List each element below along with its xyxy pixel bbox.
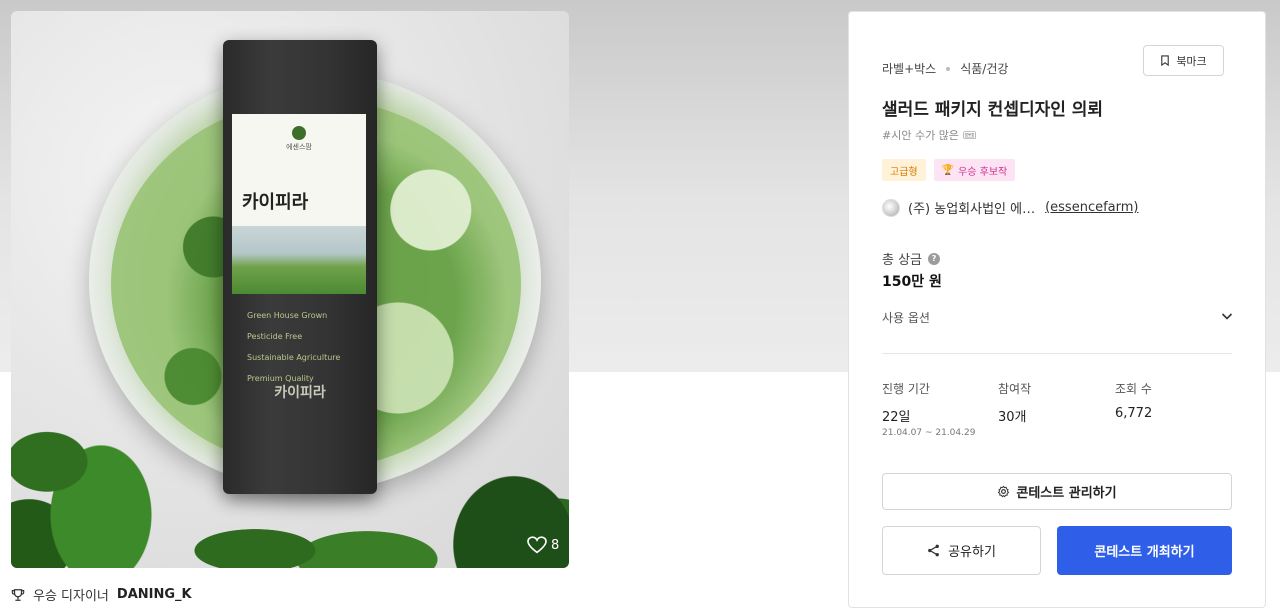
host-name: (주) 농업회사법인 에… [908, 202, 1036, 217]
divider [882, 353, 1232, 354]
category-breadcrumb: 라벨+박스 식품/건강 [882, 60, 1008, 77]
heart-icon [527, 536, 547, 554]
winner-prefix: 우승 디자이너 [33, 589, 109, 604]
contest-info-panel: 라벨+박스 식품/건강 북마크 샐러드 패키지 컨셉디자인 의뢰 #시안 수가 … [848, 11, 1266, 608]
avatar [882, 198, 900, 217]
package-brand: 에센스팜 [286, 143, 312, 151]
trophy-icon [11, 588, 25, 601]
separator-dot [946, 66, 951, 71]
manage-contest-label: 콘테스트 관리하기 [1016, 486, 1117, 501]
contest-winner-image[interactable]: 에센스팜 카이피라 Green House Grown Pesticide Fr… [11, 11, 569, 568]
package-feature: Sustainable Agriculture [247, 353, 341, 362]
prize-value: 150만 원 [882, 274, 942, 290]
contest-title: 샐러드 패키지 컨셉디자인 의뢰 [882, 100, 1104, 120]
herbs-decoration [171, 481, 451, 568]
share-icon [928, 544, 939, 557]
like-button[interactable]: 8 [527, 536, 559, 554]
host-contest-label: 콘테스트 개최하기 [1094, 545, 1195, 560]
duration-range: 21.04.07 ~ 21.04.29 [882, 428, 976, 438]
package-feature: Pesticide Free [247, 332, 303, 341]
manage-contest-button[interactable]: 콘테스트 관리하기 [882, 473, 1232, 510]
package-product-name-bottom: 카이피라 [274, 385, 326, 401]
entries-label: 참여작 [998, 382, 1032, 396]
chevron-down-icon [1221, 313, 1233, 320]
host-contest-button[interactable]: 콘테스트 개최하기 [1057, 526, 1232, 575]
winner-name[interactable]: DANING_K [117, 587, 192, 602]
bookmark-button[interactable]: 북마크 [1143, 45, 1224, 76]
winner-designer: 우승 디자이너 DANING_K [11, 585, 192, 604]
premium-badge: 고급형 [882, 159, 926, 181]
share-label: 공유하기 [948, 545, 996, 560]
duration-label: 진행 기간 [882, 382, 930, 396]
candidate-badge-label: 우승 후보작 [958, 166, 1008, 178]
contest-badges: 고급형 🏆 우승 후보작 [882, 159, 1016, 181]
share-button[interactable]: 공유하기 [882, 526, 1041, 575]
bookmark-label: 북마크 [1176, 54, 1207, 68]
gear-icon [998, 485, 1010, 498]
contest-tag[interactable]: #시안 수가 많은 🎟 [882, 127, 976, 143]
info-icon[interactable]: ? [928, 252, 941, 265]
views-value: 6,772 [1115, 406, 1153, 421]
duration-value: 22일 [882, 410, 911, 425]
package-design: 에센스팜 카이피라 Green House Grown Pesticide Fr… [223, 40, 377, 494]
package-feature: Green House Grown [247, 311, 328, 320]
brand-logo [292, 126, 306, 140]
candidate-badge: 🏆 우승 후보작 [933, 159, 1016, 181]
category-secondary[interactable]: 식품/건강 [960, 60, 1008, 77]
views-label: 조회 수 [1115, 382, 1152, 396]
bookmark-icon [1161, 55, 1170, 66]
like-count: 8 [551, 537, 560, 553]
options-dropdown[interactable]: 사용 옵션 [882, 309, 1234, 329]
host-id[interactable]: (essencefarm) [1045, 200, 1138, 215]
trophy-icon: 🏆 [941, 164, 955, 176]
entries-value: 30개 [998, 410, 1027, 425]
prize-label: 총 상금 ? [882, 249, 941, 268]
category-primary[interactable]: 라벨+박스 [882, 60, 936, 77]
host-info[interactable]: (주) 농업회사법인 에… (essencefarm) [882, 198, 1139, 217]
greenhouse-photo [232, 226, 366, 294]
prize-label-text: 총 상금 [882, 253, 923, 268]
package-label: 에센스팜 카이피라 [232, 114, 366, 294]
package-product-name: 카이피라 [242, 192, 309, 213]
options-label: 사용 옵션 [882, 311, 930, 325]
